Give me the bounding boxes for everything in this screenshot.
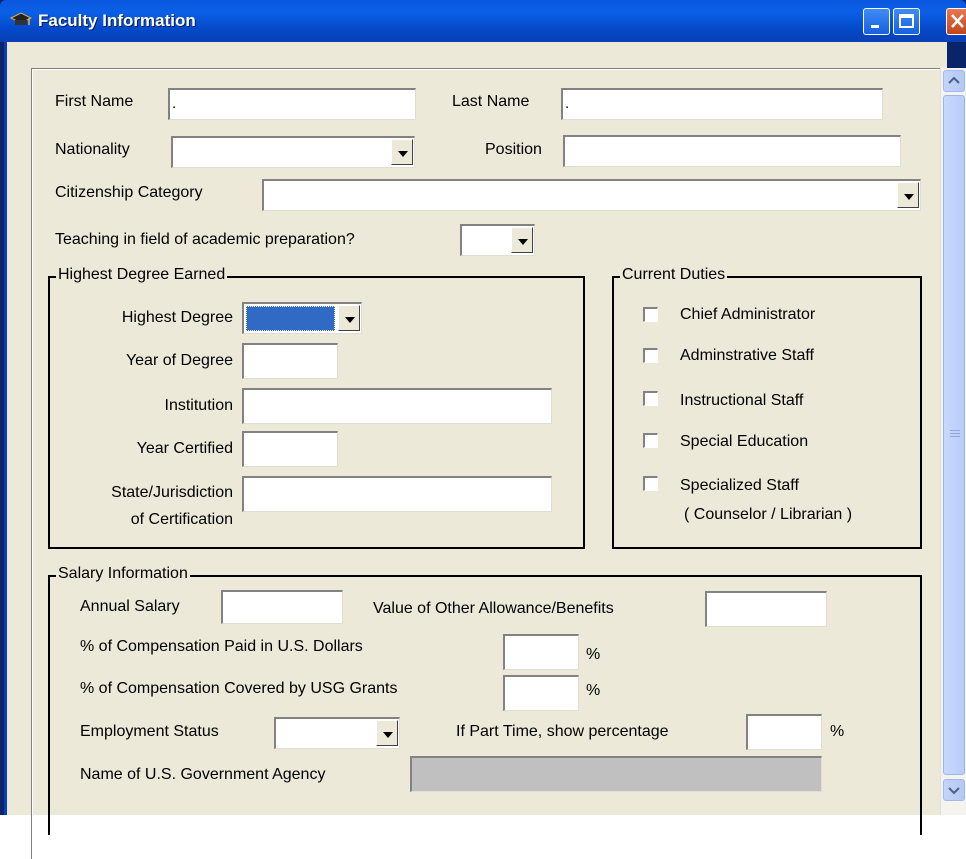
year-certified-label: Year Certified — [136, 440, 233, 457]
usg-pct-label: % of Compensation Covered by USG Grants — [80, 680, 398, 697]
usd-pct-label: % of Compensation Paid in U.S. Dollars — [80, 638, 363, 655]
maximize-icon — [899, 14, 914, 28]
duty-sub-label: ( Counselor / Librarian ) — [684, 506, 853, 523]
special-education-checkbox[interactable] — [643, 433, 658, 448]
dropdown-arrow-icon[interactable] — [897, 182, 919, 208]
part-time-label: If Part Time, show percentage — [456, 723, 669, 740]
institution-label: Institution — [164, 397, 233, 414]
dropdown-arrow-icon[interactable] — [511, 227, 533, 253]
part-time-pct-field[interactable] — [746, 714, 822, 750]
nationality-select[interactable] — [171, 136, 415, 168]
selected-highlight — [246, 306, 335, 331]
usg-pct-unit: % — [586, 682, 601, 699]
chevron-up-icon — [948, 76, 960, 84]
part-time-unit: % — [830, 723, 845, 740]
duty-label: Special Education — [680, 433, 809, 450]
minimize-button[interactable] — [863, 8, 890, 35]
thumb-grip — [950, 436, 960, 437]
institution-field[interactable] — [242, 388, 552, 424]
dropdown-arrow-icon[interactable] — [338, 305, 360, 331]
last-name-label: Last Name — [452, 93, 530, 110]
citizenship-label: Citizenship Category — [55, 184, 203, 201]
annual-salary-label: Annual Salary — [80, 598, 180, 615]
agency-label: Name of U.S. Government Agency — [80, 766, 326, 783]
annual-salary-field[interactable] — [221, 590, 343, 624]
other-allowance-label: Value of Other Allowance/Benefits — [373, 600, 614, 617]
chief-administrator-checkbox[interactable] — [643, 307, 658, 322]
administrative-staff-checkbox[interactable] — [643, 348, 658, 363]
group-title-duties: Current Duties — [620, 266, 728, 284]
year-certified-field[interactable] — [242, 431, 338, 467]
maximize-button[interactable] — [893, 8, 920, 35]
instructional-staff-checkbox[interactable] — [643, 391, 658, 406]
usg-pct-field[interactable] — [503, 675, 579, 711]
teaching-field-select[interactable] — [460, 224, 535, 256]
minimize-icon — [871, 25, 879, 28]
state-jurisdiction-field[interactable] — [242, 476, 552, 512]
citizenship-select[interactable] — [262, 179, 921, 211]
chevron-down-icon — [948, 787, 960, 795]
last-name-field[interactable]: . — [561, 88, 883, 120]
usd-pct-field[interactable] — [503, 634, 579, 670]
employment-status-select[interactable] — [274, 717, 400, 749]
state-jurisdiction-label: State/Jurisdiction — [111, 484, 233, 501]
year-of-degree-field[interactable] — [242, 343, 338, 379]
scroll-up-button[interactable] — [943, 70, 965, 92]
scroll-thumb[interactable] — [943, 95, 965, 775]
position-field[interactable] — [563, 135, 901, 167]
dropdown-arrow-icon[interactable] — [391, 139, 413, 165]
highest-degree-label: Highest Degree — [121, 309, 233, 326]
title-bar[interactable]: Faculty Information — [0, 0, 966, 42]
year-of-degree-label: Year of Degree — [125, 352, 233, 369]
other-allowance-field[interactable] — [705, 591, 827, 627]
duty-label: Specialized Staff — [680, 477, 799, 494]
position-label: Position — [485, 141, 542, 158]
specialized-staff-checkbox[interactable] — [643, 476, 658, 491]
thumb-grip — [950, 433, 960, 434]
group-title-degree: Highest Degree Earned — [56, 266, 228, 284]
agency-field[interactable] — [410, 756, 822, 792]
group-title-salary: Salary Information — [56, 565, 190, 583]
nationality-label: Nationality — [55, 141, 130, 158]
vertical-scrollbar[interactable] — [940, 68, 966, 815]
highest-degree-select[interactable] — [242, 302, 362, 334]
faculty-information-window: Faculty Information First Name . Last Na… — [0, 0, 966, 859]
first-name-label: First Name — [55, 93, 134, 110]
certification-label: of Certification — [130, 511, 233, 528]
graduation-cap-icon — [10, 12, 32, 25]
teaching-field-label: Teaching in field of academic preparatio… — [55, 231, 355, 248]
duty-label: Instructional Staff — [680, 392, 804, 409]
close-icon — [951, 14, 964, 28]
first-name-field[interactable]: . — [168, 88, 416, 120]
scroll-down-button[interactable] — [943, 779, 965, 801]
dropdown-arrow-icon[interactable] — [376, 720, 398, 746]
duty-label: Chief Administrator — [680, 306, 816, 323]
duty-label: Adminstrative Staff — [680, 347, 814, 364]
employment-status-label: Employment Status — [80, 723, 219, 740]
close-button[interactable] — [946, 8, 966, 35]
usd-pct-unit: % — [586, 646, 601, 663]
window-title: Faculty Information — [38, 11, 196, 30]
thumb-grip — [950, 430, 960, 431]
